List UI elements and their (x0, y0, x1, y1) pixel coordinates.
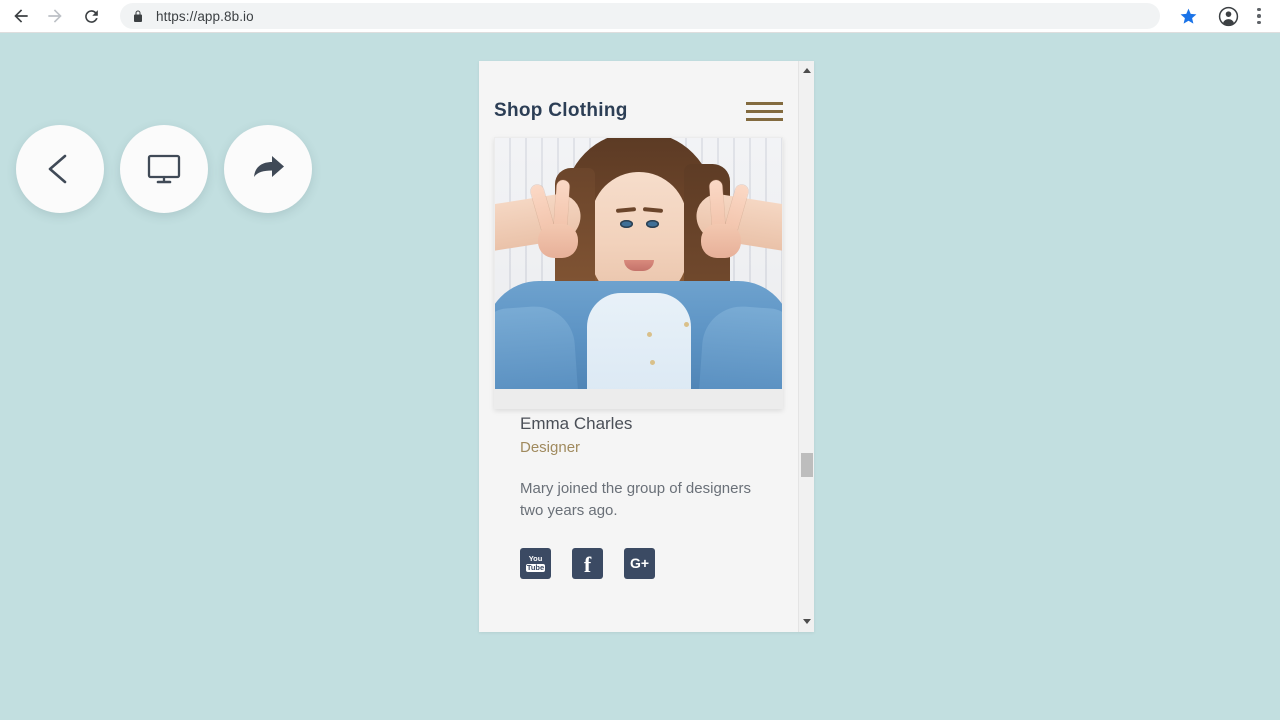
toolbar-right-group (1173, 1, 1280, 31)
desktop-monitor-icon (147, 154, 181, 184)
scroll-down-arrow-icon[interactable] (799, 614, 815, 628)
back-arrow-icon (14, 9, 28, 23)
photo-hand-peace-sign (696, 179, 750, 258)
photo-palm (538, 224, 578, 258)
address-bar-url: https://app.8b.io (156, 8, 254, 24)
social-links-row: You Tube f G+ (520, 547, 757, 579)
profile-avatar-button[interactable] (1213, 1, 1243, 31)
photo-eye (646, 220, 659, 228)
scrollbar-thumb[interactable] (801, 453, 813, 477)
bookmark-star-icon (1180, 8, 1196, 24)
profile-card: Emma Charles Designer Mary joined the gr… (494, 137, 783, 579)
back-button[interactable] (16, 125, 104, 213)
photo-hand-peace-sign (529, 179, 583, 258)
browser-reload-button[interactable] (76, 1, 106, 31)
hamburger-menu-icon[interactable] (746, 98, 783, 125)
profile-details: Emma Charles Designer Mary joined the gr… (494, 389, 783, 579)
address-bar[interactable]: https://app.8b.io (120, 3, 1160, 29)
scroll-up-arrow-icon[interactable] (799, 63, 815, 77)
viewport-scrollbar[interactable] (798, 61, 814, 632)
profile-photo (495, 138, 782, 389)
youtube-icon: You Tube (525, 553, 546, 572)
googleplus-icon: G+ (629, 555, 650, 572)
browser-toolbar: https://app.8b.io (0, 0, 1280, 33)
preview-button[interactable] (120, 125, 208, 213)
hamburger-bar (746, 101, 783, 105)
device-preview-viewport: Shop Clothing Emma Charles Designer Mary… (479, 61, 814, 632)
photo-button (684, 322, 689, 327)
forward-arrow-icon (48, 9, 62, 23)
floating-action-group (16, 125, 328, 213)
site-header: Shop Clothing (494, 87, 783, 135)
three-dot-menu-button[interactable] (1247, 1, 1271, 31)
lock-icon (132, 9, 144, 23)
profile-avatar-icon (1218, 6, 1238, 26)
photo-tshirt (586, 293, 691, 389)
browser-forward-button[interactable] (40, 1, 70, 31)
bookmark-star-button[interactable] (1173, 1, 1203, 31)
photo-palm (701, 224, 741, 258)
profile-role: Designer (520, 438, 581, 456)
website-content: Shop Clothing Emma Charles Designer Mary… (479, 61, 798, 632)
social-link-youtube[interactable]: You Tube (520, 547, 551, 579)
hamburger-bar (746, 117, 783, 121)
menu-dot (1257, 20, 1261, 25)
photo-button (647, 332, 652, 337)
chevron-left-icon (48, 154, 67, 184)
photo-button (650, 360, 655, 365)
browser-back-button[interactable] (6, 1, 36, 31)
profile-bio: Mary joined the group of designers two y… (520, 479, 751, 519)
profile-name: Emma Charles (520, 414, 633, 433)
publish-button[interactable] (224, 125, 312, 213)
reload-icon (84, 9, 98, 23)
menu-dot (1257, 7, 1261, 12)
facebook-icon: f (583, 552, 592, 578)
photo-eye (620, 220, 633, 228)
editor-canvas: Shop Clothing Emma Charles Designer Mary… (0, 33, 1280, 720)
menu-dot (1257, 14, 1261, 18)
hamburger-bar (746, 109, 783, 113)
social-link-googleplus[interactable]: G+ (624, 547, 655, 579)
share-arrow-icon (254, 156, 284, 177)
social-link-facebook[interactable]: f (572, 547, 603, 579)
page-title: Shop Clothing (494, 100, 628, 121)
